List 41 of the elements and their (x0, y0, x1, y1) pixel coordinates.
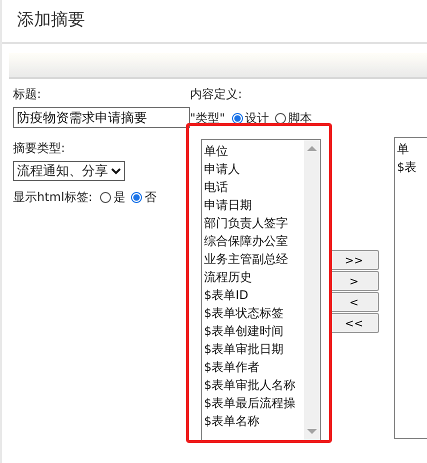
radio-label[interactable]: 是 (113, 189, 126, 206)
list-item[interactable]: 申请人 (202, 160, 304, 178)
field-label: 摘要类型: (13, 140, 66, 157)
move-button[interactable]: >> (329, 250, 379, 270)
list-item[interactable]: $表单状态标签 (202, 304, 304, 322)
field-label: 内容定义: (190, 86, 244, 103)
move-button[interactable]: << (329, 313, 379, 333)
type-dropdown[interactable]: 流程通知、分享 (13, 161, 125, 181)
list-item[interactable]: 流程历史 (202, 268, 304, 286)
list-item[interactable]: 单位 (202, 142, 304, 160)
list-item[interactable]: 业务主管副总经 (202, 250, 304, 268)
radio-label[interactable]: 设计 (245, 110, 270, 127)
list-item[interactable]: $表单ID (202, 286, 304, 304)
field-listbox[interactable]: 单位 申请人 电话 申请日期 部门负责人签字 综合保障办公室 业务主管副总经 流程历史 $表单ID $表单状态标签 $表单创建时间 $表单审批日期 $表单作者 $表单审批人名称 $表单最后流程操 $表单名称 (201, 139, 321, 441)
list-item[interactable]: 申请日期 (202, 196, 304, 214)
radio-button[interactable] (100, 192, 112, 203)
list-item[interactable]: 电话 (202, 178, 304, 196)
title-field[interactable]: 防疫物资需求申请摘要 (13, 107, 190, 128)
list-item[interactable]: 单 (395, 140, 427, 158)
radio-button[interactable] (232, 113, 244, 124)
radio-label[interactable]: 否 (144, 189, 156, 206)
radio-button[interactable] (275, 113, 286, 124)
field-label: 标题: (13, 86, 42, 103)
field-label: 显示html标签: (13, 189, 92, 206)
selected-listbox[interactable]: 单 $表 (394, 137, 427, 439)
list-item[interactable]: $表单创建时间 (202, 322, 304, 340)
field-label: "类型" (190, 110, 226, 127)
list-item[interactable]: $表单最后流程操 (202, 394, 304, 412)
radio-button[interactable] (131, 192, 142, 203)
list-item[interactable]: 部门负责人签字 (202, 214, 304, 232)
list-item[interactable]: $表单审批日期 (202, 340, 304, 358)
list-item[interactable]: $表单作者 (202, 358, 304, 376)
move-button[interactable]: > (329, 271, 379, 291)
caret-icon (111, 167, 121, 175)
list-item[interactable]: $表单审批人名称 (202, 376, 304, 394)
radio-label[interactable]: 脚本 (288, 110, 312, 127)
list-item[interactable]: 综合保障办公室 (202, 232, 304, 250)
dialog-title: 添加摘要 (17, 9, 86, 31)
list-item[interactable]: $表单名称 (202, 412, 304, 430)
list-item[interactable]: $表 (395, 158, 427, 176)
move-button[interactable]: < (329, 292, 379, 312)
